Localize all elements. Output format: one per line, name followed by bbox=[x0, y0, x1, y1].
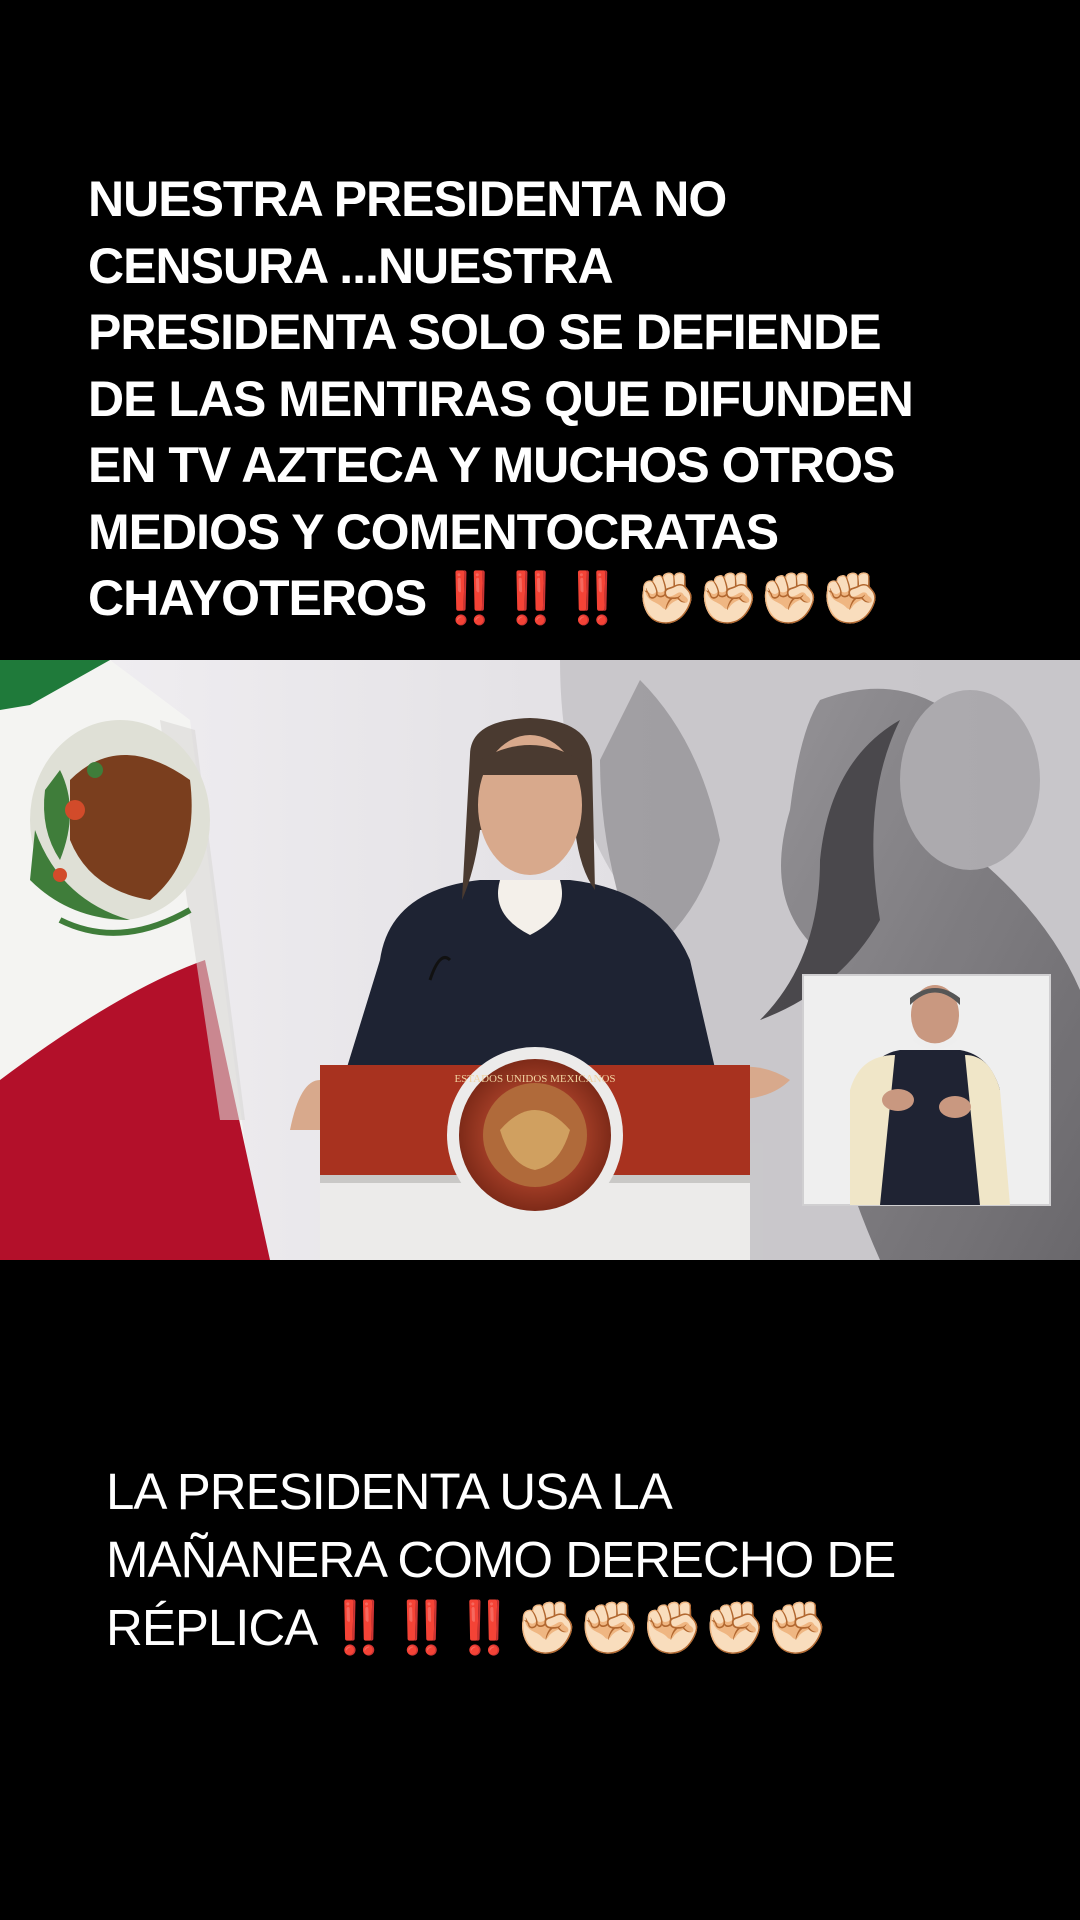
bottom-caption-line-2: MAÑANERA COMO DERECHO DE bbox=[106, 1531, 896, 1588]
bottom-caption-line-1: LA PRESIDENTA USA LA bbox=[106, 1463, 673, 1520]
bottom-caption-line-3: RÉPLICA ‼️‼️‼️✊🏻✊🏻✊🏻✊🏻✊🏻 bbox=[106, 1594, 1006, 1662]
top-caption-line-4: DE LAS MENTIRAS QUE DIFUNDEN bbox=[88, 370, 914, 427]
top-caption-line-7: CHAYOTEROS ‼️‼️‼️ ✊🏻✊🏻✊🏻✊🏻 bbox=[88, 565, 1018, 632]
raised-fist-icons: ✊🏻✊🏻✊🏻✊🏻 bbox=[635, 570, 882, 626]
top-caption-line-1: NUESTRA PRESIDENTA NO bbox=[88, 171, 727, 227]
sign-language-interpreter-inset bbox=[802, 974, 1051, 1206]
raised-fist-icons: ✊🏻✊🏻✊🏻✊🏻✊🏻 bbox=[515, 1599, 829, 1656]
podium-seal-text: ESTADOS UNIDOS MEXICANOS bbox=[454, 1073, 615, 1085]
top-caption: NUESTRA PRESIDENTA NO CENSURA ...NUESTRA… bbox=[88, 166, 1018, 632]
top-caption-line-6: MEDIOS Y COMENTOCRATAS bbox=[88, 503, 779, 560]
top-caption-line-5: EN TV AZTECA Y MUCHOS OTROS bbox=[88, 437, 895, 493]
bottom-caption-last-word: RÉPLICA bbox=[106, 1599, 315, 1656]
top-caption-line-3: PRESIDENTA SOLO SE DEFIENDE bbox=[88, 304, 882, 360]
double-exclamation-icons: ‼️‼️‼️ bbox=[439, 570, 624, 626]
top-caption-line-2: CENSURA ...NUESTRA bbox=[88, 237, 614, 294]
video-frame: ESTADOS UNIDOS MEXICANOS bbox=[0, 660, 1080, 1260]
top-caption-last-word: CHAYOTEROS bbox=[88, 570, 427, 626]
double-exclamation-icons: ‼️‼️‼️ bbox=[327, 1599, 517, 1656]
bottom-caption: LA PRESIDENTA USA LA MAÑANERA COMO DEREC… bbox=[106, 1458, 1006, 1662]
